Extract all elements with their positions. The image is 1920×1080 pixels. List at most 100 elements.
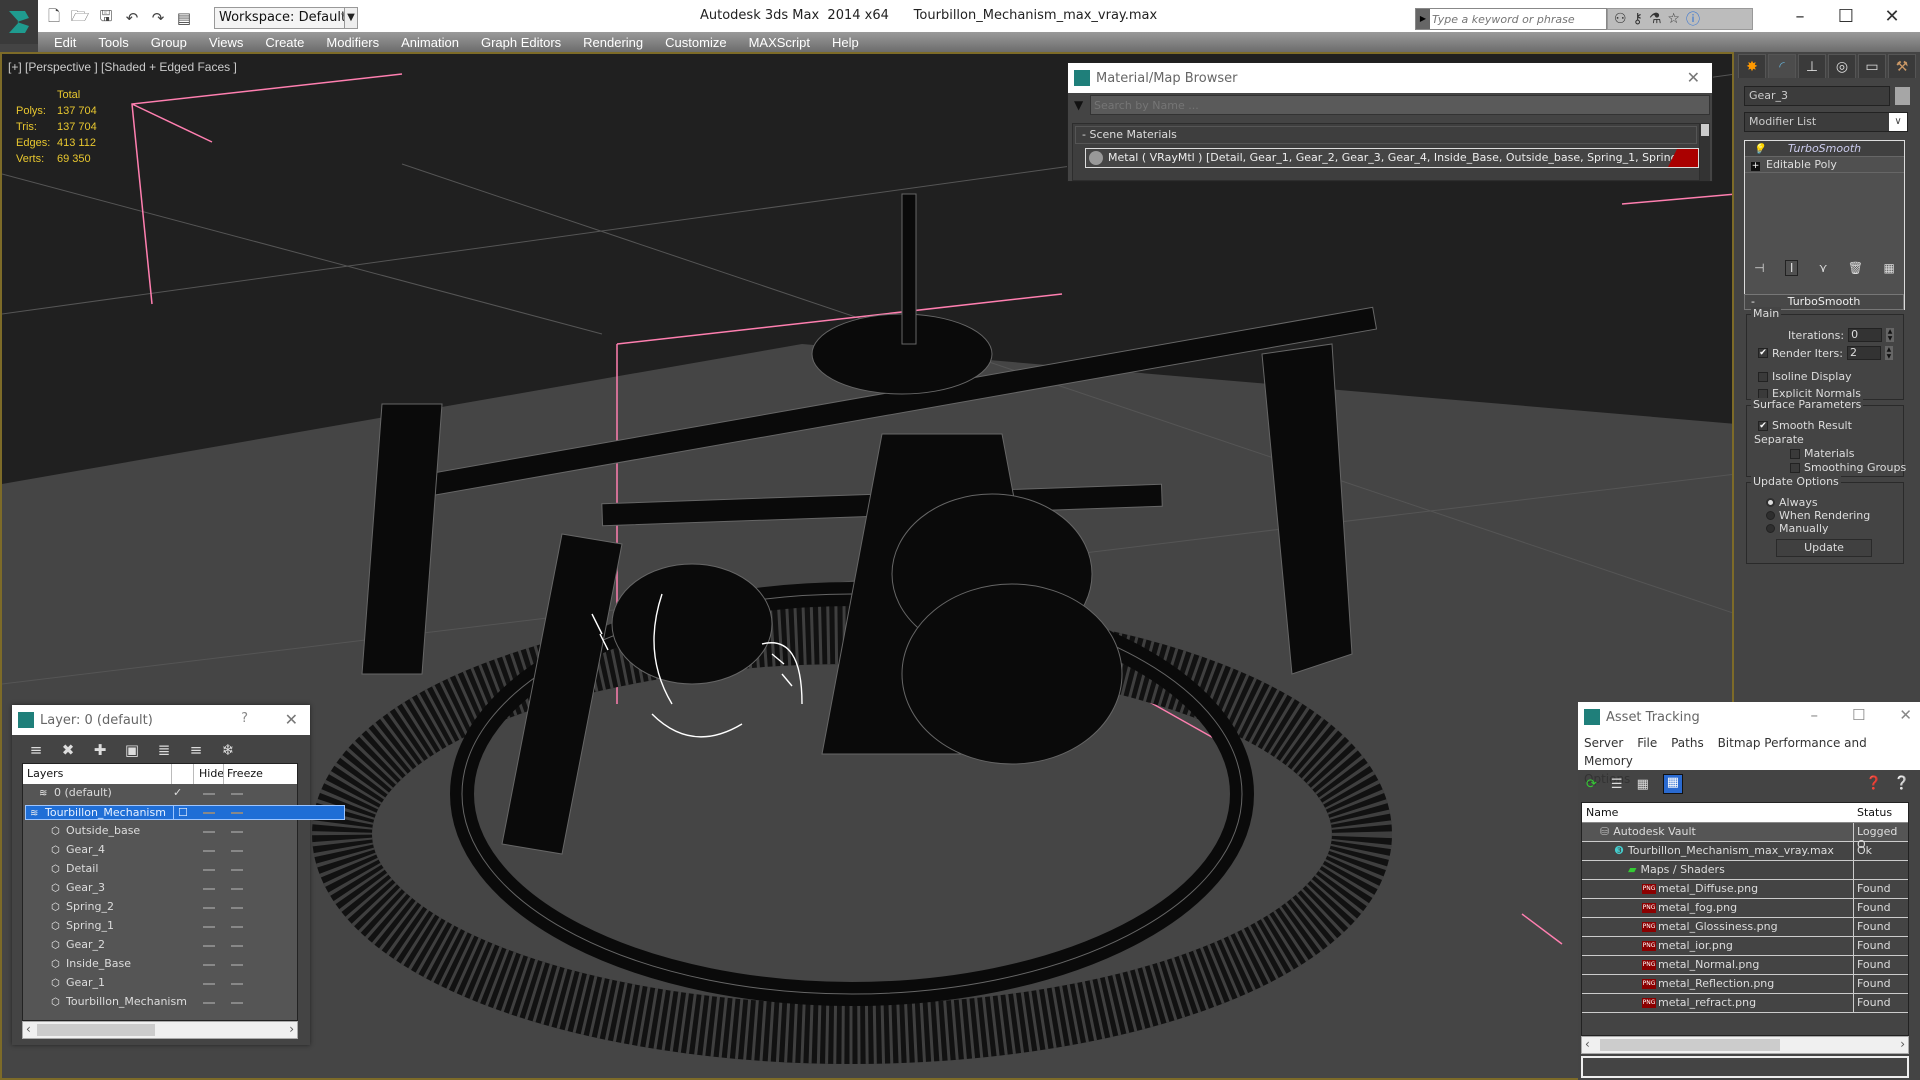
dialog-title-bar[interactable]: Material/Map Browser ✕ xyxy=(1068,63,1712,93)
make-unique-icon[interactable]: ⋎ xyxy=(1819,261,1828,275)
hide-toggle[interactable] xyxy=(203,793,215,795)
save-icon[interactable]: 🖫 xyxy=(96,7,116,28)
layer-name[interactable]: ⬡ Gear_1 xyxy=(51,976,105,989)
update-button[interactable]: Update xyxy=(1776,539,1872,557)
star-icon[interactable]: ☆ xyxy=(1667,11,1680,27)
render-iters-spinner[interactable]: 2 xyxy=(1846,346,1881,360)
layer-name[interactable]: ⬡ Outside_base xyxy=(51,824,140,837)
dialog-title-bar[interactable]: Asset Tracking – ☐ ✕ xyxy=(1578,702,1920,732)
hide-toggle[interactable] xyxy=(203,964,215,966)
menu-customize[interactable]: Customize xyxy=(665,35,726,50)
scrollbar[interactable] xyxy=(1700,123,1710,181)
update-manually-option[interactable]: Manually xyxy=(1766,522,1829,535)
layer-row[interactable]: ⬡ Tourbillon_Mechanism xyxy=(23,993,297,1012)
layer-row[interactable]: ≋ Tourbillon_Mechanism ☐ xyxy=(23,803,345,822)
smooth-result-checkbox[interactable]: ✔ xyxy=(1758,420,1768,431)
stack-item-editable-poly[interactable]: + Editable Poly xyxy=(1745,157,1904,173)
smoothing-groups-checkbox[interactable] xyxy=(1790,462,1800,473)
always-radio[interactable] xyxy=(1766,498,1775,507)
binoculars-icon[interactable]: ⚇ xyxy=(1614,11,1627,27)
motion-tab-icon[interactable]: ◎ xyxy=(1828,54,1856,78)
freeze-toggle[interactable] xyxy=(231,983,243,985)
hide-toggle[interactable] xyxy=(203,869,215,871)
object-color-swatch[interactable] xyxy=(1895,87,1910,105)
menu-rendering[interactable]: Rendering xyxy=(583,35,643,50)
close-button[interactable]: ✕ xyxy=(1872,4,1912,30)
display-tab-icon[interactable]: ▭ xyxy=(1858,54,1886,78)
freeze-toggle[interactable] xyxy=(231,964,243,966)
maximize-button[interactable]: ☐ xyxy=(1826,4,1866,30)
stack-item-turbosmooth[interactable]: 💡 TurboSmooth xyxy=(1745,141,1904,157)
refresh-icon[interactable]: ⟳ xyxy=(1586,777,1597,792)
freeze-toggle[interactable] xyxy=(231,793,243,795)
open-file-icon[interactable]: 🗁 xyxy=(70,7,90,28)
isoline-display-option[interactable]: Isoline Display xyxy=(1758,370,1852,383)
column-name[interactable]: Name xyxy=(1586,806,1618,819)
hide-toggle[interactable] xyxy=(203,1002,215,1004)
layer-name[interactable]: ≋ 0 (default) xyxy=(39,786,112,799)
menu-tools[interactable]: Tools xyxy=(98,35,128,50)
layer-name[interactable]: ⬡ Spring_1 xyxy=(51,919,114,932)
layer-name[interactable]: ≋ Tourbillon_Mechanism xyxy=(25,805,197,820)
isoline-checkbox[interactable] xyxy=(1758,371,1768,382)
menu-paths[interactable]: Paths xyxy=(1671,736,1704,750)
separate-smoothing-groups-option[interactable]: Smoothing Groups xyxy=(1790,461,1906,474)
update-when-rendering-option[interactable]: When Rendering xyxy=(1766,509,1870,522)
set-current-layer-box[interactable]: ☐ xyxy=(173,805,345,820)
dialog-title-bar[interactable]: Layer: 0 (default) ? ✕ xyxy=(12,705,310,735)
workspace-dropdown[interactable]: Workspace: Default▾ xyxy=(214,7,352,29)
search-by-name-input[interactable] xyxy=(1090,95,1710,115)
layer-name[interactable]: ⬡ Spring_2 xyxy=(51,900,114,913)
show-end-result-icon[interactable]: I xyxy=(1784,260,1799,276)
modifier-list-dropdown[interactable]: Modifier List ∨ xyxy=(1744,112,1908,132)
layer-row[interactable]: ⬡ Gear_2 xyxy=(23,936,297,955)
manually-radio[interactable] xyxy=(1766,524,1775,533)
close-icon[interactable]: ✕ xyxy=(1687,68,1700,87)
lightbulb-icon[interactable]: 💡 xyxy=(1753,142,1765,157)
search-box[interactable]: ▶ xyxy=(1415,8,1607,30)
layer-row[interactable]: ⬡ Spring_1 xyxy=(23,917,297,936)
menu-help[interactable]: Help xyxy=(832,35,859,50)
minimize-button[interactable]: – xyxy=(1780,4,1820,30)
layer-name[interactable]: ⬡ Gear_2 xyxy=(51,938,105,951)
freeze-toggle[interactable] xyxy=(231,926,243,928)
menu-group[interactable]: Group xyxy=(151,35,187,50)
spinner-arrows-icon[interactable]: ▲ ▼ xyxy=(1886,328,1895,342)
layer-name[interactable]: ⬡ Gear_4 xyxy=(51,843,105,856)
horizontal-scrollbar[interactable]: ‹ › xyxy=(22,1021,298,1039)
layer-row[interactable]: ⬡ Gear_3 xyxy=(23,879,297,898)
layer-row[interactable]: ⬡ Detail xyxy=(23,860,297,879)
layer-name[interactable]: ⬡ Tourbillon_Mechanism xyxy=(51,995,187,1008)
project-folder-icon[interactable]: ▤ xyxy=(174,8,194,28)
freeze-toggle[interactable] xyxy=(231,869,243,871)
new-layer-icon[interactable]: ≡ xyxy=(26,741,46,759)
utilities-tab-icon[interactable]: ⚒ xyxy=(1888,54,1916,78)
freeze-toggle[interactable] xyxy=(231,831,243,833)
freeze-toggle[interactable] xyxy=(231,1002,243,1004)
expand-icon[interactable]: ▶ xyxy=(1416,9,1430,29)
freeze-toggle[interactable] xyxy=(231,850,243,852)
modify-tab-icon[interactable]: ◜ xyxy=(1768,54,1796,78)
scene-materials-group[interactable]: - Scene Materials xyxy=(1075,126,1697,144)
column-status[interactable]: Status xyxy=(1857,806,1892,819)
layer-name[interactable]: ⬡ Inside_Base xyxy=(51,957,131,970)
separate-materials-option[interactable]: Materials xyxy=(1790,447,1854,460)
create-tab-icon[interactable]: ✸ xyxy=(1738,54,1766,78)
asset-row[interactable]: ▰ Maps / Shaders xyxy=(1582,861,1908,880)
tree-view-icon[interactable]: ▦ xyxy=(1637,777,1649,792)
iterations-spinner[interactable]: 0 xyxy=(1848,328,1883,342)
help-button[interactable]: ? xyxy=(241,711,248,726)
asset-row[interactable]: PNG metal_ior.png Found xyxy=(1582,937,1908,956)
column-hide[interactable]: Hide xyxy=(199,767,224,780)
menu-bitmap-performance[interactable]: Bitmap Performance and Memory xyxy=(1584,736,1867,768)
hide-toggle[interactable] xyxy=(203,831,215,833)
hide-toggle[interactable] xyxy=(203,812,215,814)
freeze-toggle[interactable] xyxy=(231,812,243,814)
menu-views[interactable]: Views xyxy=(209,35,243,50)
freeze-toggle[interactable] xyxy=(231,888,243,890)
menu-modifiers[interactable]: Modifiers xyxy=(326,35,379,50)
menu-edit[interactable]: Edit xyxy=(54,35,76,50)
update-always-option[interactable]: Always xyxy=(1766,496,1818,509)
freeze-toggle[interactable] xyxy=(231,945,243,947)
app-menu-button[interactable] xyxy=(0,0,38,44)
